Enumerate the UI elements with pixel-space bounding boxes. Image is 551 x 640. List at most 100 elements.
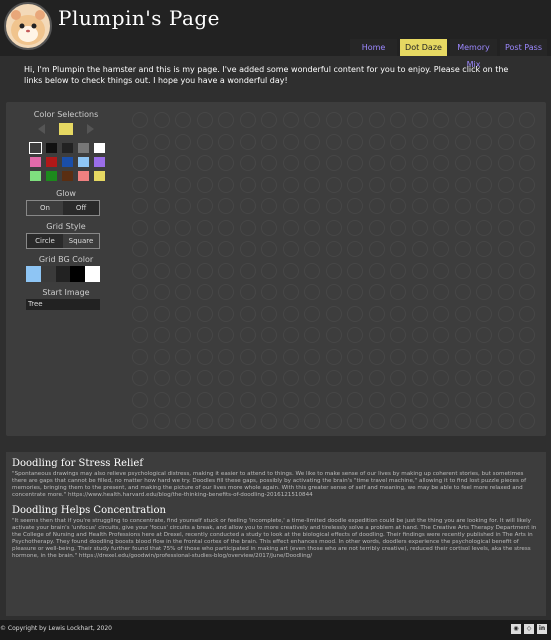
grid-dot[interactable] xyxy=(347,370,363,386)
grid-dot[interactable] xyxy=(454,284,471,300)
grid-dot[interactable] xyxy=(497,284,514,300)
grid-dot[interactable] xyxy=(261,370,277,386)
grid-dot[interactable] xyxy=(325,413,342,429)
grid-dot[interactable] xyxy=(153,370,170,386)
grid-dot[interactable] xyxy=(282,370,299,386)
grid-dot[interactable] xyxy=(390,391,406,408)
grid-dot[interactable] xyxy=(239,284,256,300)
grid-dot[interactable] xyxy=(175,133,191,150)
grid-dot[interactable] xyxy=(325,305,342,322)
grid-dot[interactable] xyxy=(368,284,385,300)
grid-dot[interactable] xyxy=(239,391,256,408)
grid-dot[interactable] xyxy=(304,219,320,236)
grid-dot[interactable] xyxy=(497,413,514,429)
grid-dot[interactable] xyxy=(347,262,363,279)
grid-dot[interactable] xyxy=(282,241,299,257)
grid-dot[interactable] xyxy=(519,112,535,128)
grid-dot[interactable] xyxy=(304,305,320,322)
grid-dot[interactable] xyxy=(239,348,256,365)
grid-dot[interactable] xyxy=(239,413,256,429)
glow-off-button[interactable]: Off xyxy=(63,201,99,215)
grid-dot[interactable] xyxy=(153,176,170,193)
grid-dot[interactable] xyxy=(433,284,449,300)
grid-dot[interactable] xyxy=(411,391,428,408)
grid-dot[interactable] xyxy=(132,133,148,150)
grid-dot[interactable] xyxy=(153,391,170,408)
color-swatch[interactable] xyxy=(78,157,89,167)
grid-dot[interactable] xyxy=(368,370,385,386)
grid-dot[interactable] xyxy=(497,155,514,171)
grid-dot[interactable] xyxy=(132,413,148,429)
grid-dot[interactable] xyxy=(368,348,385,365)
grid-dot[interactable] xyxy=(454,112,471,128)
grid-dot[interactable] xyxy=(132,262,148,279)
color-swatch[interactable] xyxy=(94,143,105,153)
grid-dot[interactable] xyxy=(368,176,385,193)
grid-dot[interactable] xyxy=(519,284,535,300)
grid-dot[interactable] xyxy=(239,176,256,193)
nav-memory-mix[interactable]: Memory Mix xyxy=(450,39,497,69)
grid-dot[interactable] xyxy=(497,348,514,365)
grid-dot[interactable] xyxy=(476,327,492,343)
grid-dot[interactable] xyxy=(175,391,191,408)
grid-dot[interactable] xyxy=(153,155,170,171)
nav-dot-daze[interactable]: Dot Daze xyxy=(400,39,447,56)
grid-dot[interactable] xyxy=(218,348,234,365)
grid-dot[interactable] xyxy=(175,219,191,236)
grid-dot[interactable] xyxy=(497,112,514,128)
grid-dot[interactable] xyxy=(282,348,299,365)
color-swatch[interactable] xyxy=(30,157,41,167)
grid-dot[interactable] xyxy=(347,305,363,322)
grid-dot[interactable] xyxy=(454,327,471,343)
grid-dot[interactable] xyxy=(196,370,213,386)
grid-dot[interactable] xyxy=(497,391,514,408)
grid-dot[interactable] xyxy=(433,391,449,408)
grid-dot[interactable] xyxy=(433,370,449,386)
grid-dot[interactable] xyxy=(476,112,492,128)
grid-dot[interactable] xyxy=(519,241,535,257)
grid-dot[interactable] xyxy=(239,112,256,128)
grid-dot[interactable] xyxy=(175,176,191,193)
grid-dot[interactable] xyxy=(368,155,385,171)
grid-dot[interactable] xyxy=(132,284,148,300)
grid-dot[interactable] xyxy=(476,305,492,322)
grid-dot[interactable] xyxy=(454,348,471,365)
grid-dot[interactable] xyxy=(282,155,299,171)
grid-dot[interactable] xyxy=(218,327,234,343)
grid-dot[interactable] xyxy=(153,348,170,365)
grid-dot[interactable] xyxy=(519,370,535,386)
grid-dot[interactable] xyxy=(196,262,213,279)
color-swatch[interactable] xyxy=(29,142,42,154)
grid-dot[interactable] xyxy=(304,155,320,171)
grid-dot[interactable] xyxy=(239,155,256,171)
grid-dot[interactable] xyxy=(411,241,428,257)
grid-dot[interactable] xyxy=(497,198,514,214)
grid-dot[interactable] xyxy=(304,348,320,365)
color-swatch[interactable] xyxy=(46,157,57,167)
grid-dot[interactable] xyxy=(454,391,471,408)
grid-dot[interactable] xyxy=(282,198,299,214)
grid-dot[interactable] xyxy=(454,305,471,322)
grid-dot[interactable] xyxy=(476,348,492,365)
grid-bg-color-option[interactable] xyxy=(40,266,56,282)
grid-dot[interactable] xyxy=(368,413,385,429)
grid-dot[interactable] xyxy=(433,198,449,214)
grid-dot[interactable] xyxy=(304,133,320,150)
grid-dot[interactable] xyxy=(454,155,471,171)
grid-dot[interactable] xyxy=(411,327,428,343)
grid-dot[interactable] xyxy=(390,155,406,171)
grid-dot[interactable] xyxy=(196,133,213,150)
grid-dot[interactable] xyxy=(411,133,428,150)
grid-dot[interactable] xyxy=(218,133,234,150)
color-swatch[interactable] xyxy=(78,143,89,153)
grid-dot[interactable] xyxy=(325,198,342,214)
grid-dot[interactable] xyxy=(196,176,213,193)
grid-dot[interactable] xyxy=(519,413,535,429)
grid-dot[interactable] xyxy=(476,413,492,429)
grid-dot[interactable] xyxy=(454,219,471,236)
grid-dot[interactable] xyxy=(239,327,256,343)
grid-dot[interactable] xyxy=(411,198,428,214)
grid-dot[interactable] xyxy=(304,327,320,343)
grid-dot[interactable] xyxy=(153,327,170,343)
grid-dot[interactable] xyxy=(196,305,213,322)
